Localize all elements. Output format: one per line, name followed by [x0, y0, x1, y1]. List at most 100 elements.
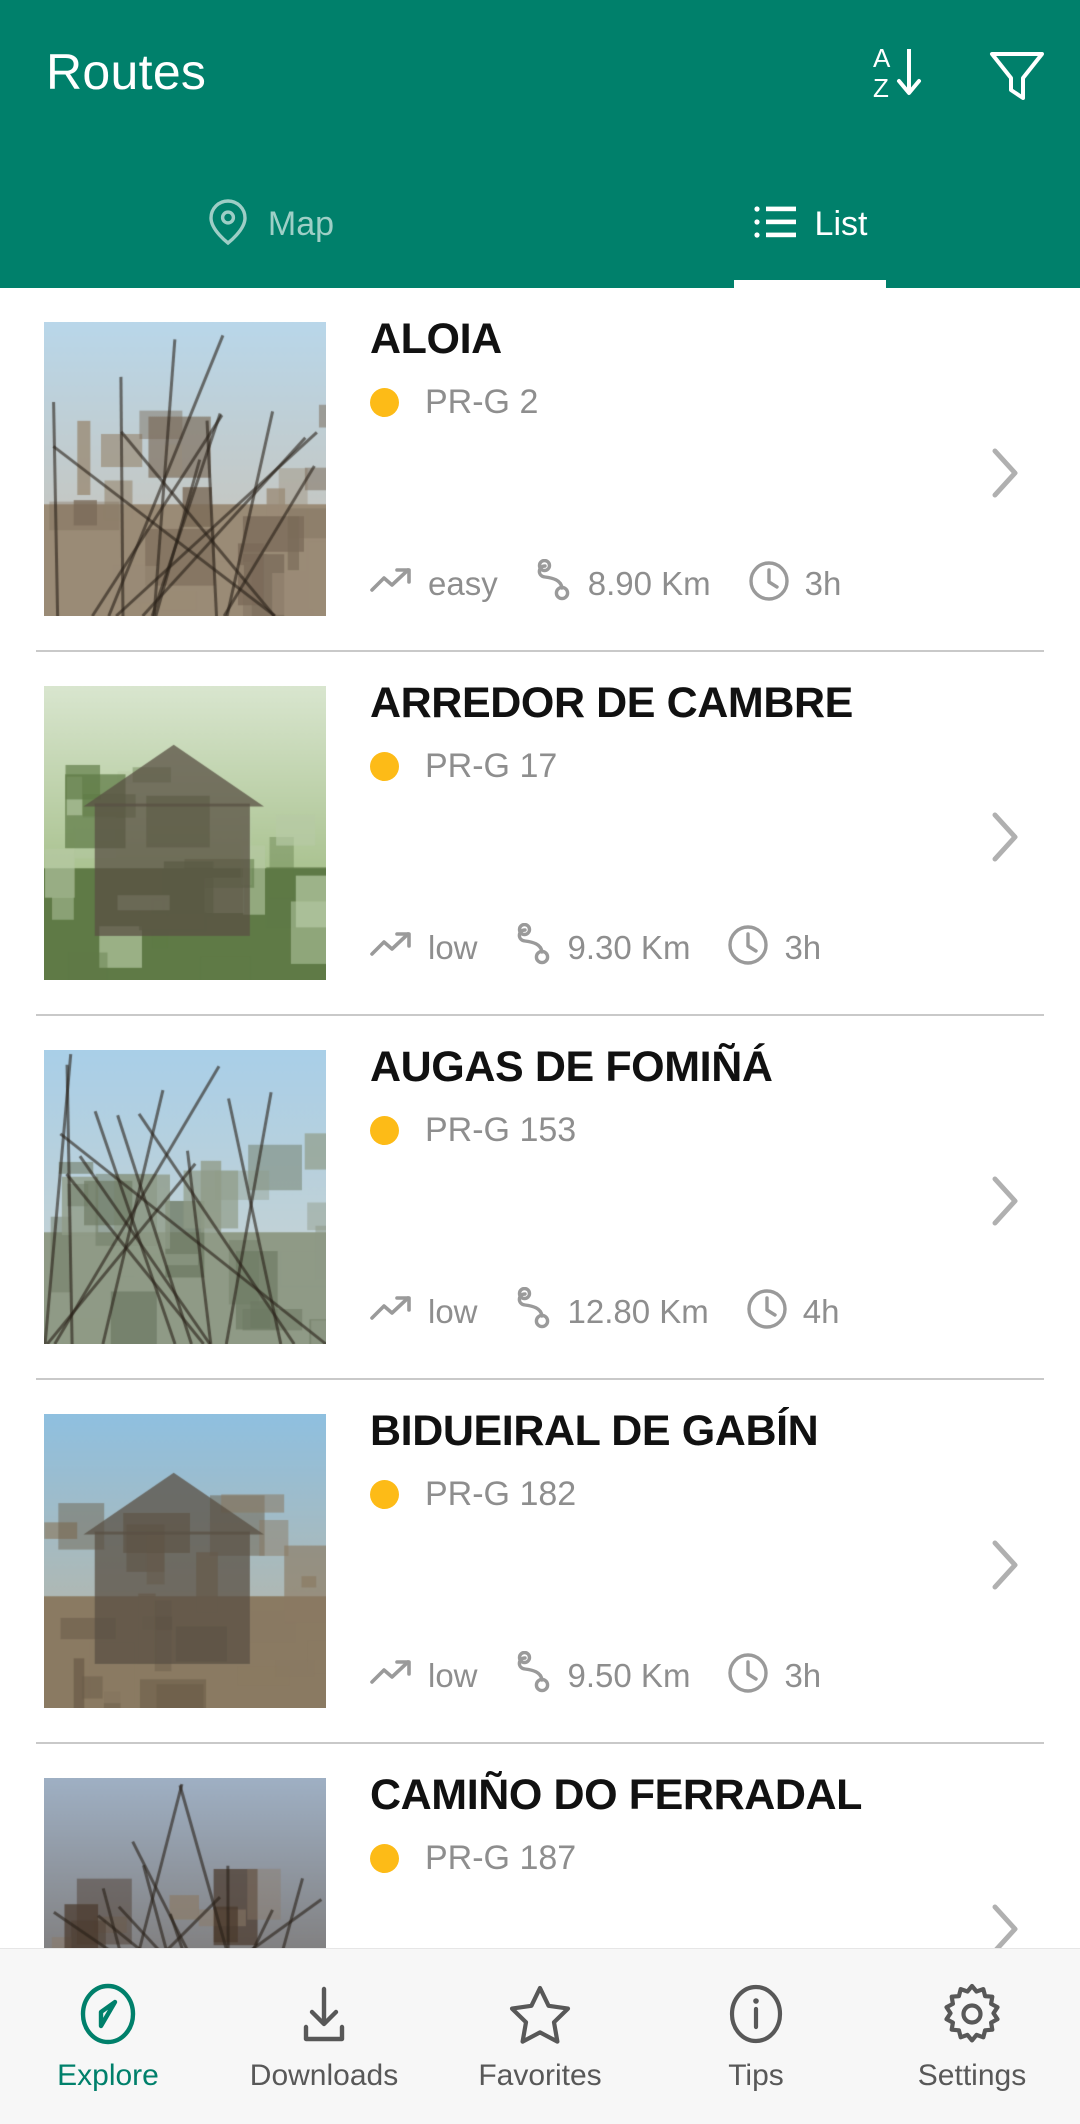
- route-list-item[interactable]: ALOIA PR-G 2 easy 8.90 Km 3h: [0, 288, 1080, 650]
- chevron-right-icon[interactable]: [990, 1175, 1034, 1219]
- app-header: Routes A Z Map List: [0, 0, 1080, 288]
- chevron-right-icon[interactable]: [990, 811, 1034, 855]
- tab-map-label: Map: [267, 205, 335, 243]
- route-title: CAMIÑO DO FERRADAL: [370, 1771, 863, 1819]
- star-icon: [509, 1983, 571, 2045]
- winding-route-icon: [514, 923, 554, 972]
- duration-value: 3h: [784, 1657, 822, 1694]
- stat-distance: 8.90 Km: [534, 559, 711, 608]
- route-list-item[interactable]: AUGAS DE FOMIÑÁ PR-G 153 low 12.80 Km 4h: [0, 1016, 1080, 1378]
- difficulty-dot-icon: [370, 1115, 399, 1145]
- distance-value: 8.90 Km: [587, 565, 711, 602]
- difficulty-dot-icon: [370, 751, 399, 781]
- svg-text:A: A: [873, 43, 891, 73]
- nav-label: Downloads: [249, 2058, 399, 2092]
- winding-route-icon: [514, 1651, 554, 1700]
- route-stats: low 12.80 Km 4h: [370, 1287, 840, 1336]
- download-icon: [293, 1983, 355, 2045]
- chevron-right-icon[interactable]: [990, 1903, 1034, 1947]
- trend-up-arrow-icon: [370, 564, 414, 603]
- route-code-label: PR-G 182: [425, 1475, 577, 1514]
- route-code: PR-G 17: [370, 749, 1080, 783]
- stat-difficulty: low: [370, 928, 478, 967]
- duration-value: 4h: [802, 1293, 840, 1330]
- gear-icon: [941, 1983, 1003, 2045]
- trend-up-arrow-icon: [370, 1292, 414, 1331]
- clock-icon: [747, 559, 791, 608]
- stat-duration: 4h: [745, 1287, 840, 1336]
- tab-list[interactable]: List: [540, 160, 1080, 288]
- winding-route-icon: [534, 559, 574, 608]
- list-icon: [753, 202, 797, 247]
- duration-value: 3h: [804, 565, 842, 602]
- trend-up-arrow-icon: [370, 1656, 414, 1695]
- chevron-right-icon[interactable]: [990, 447, 1034, 491]
- route-thumbnail: [44, 1414, 326, 1708]
- route-stats: low 9.30 Km 3h: [370, 923, 821, 972]
- info-circle-icon: [725, 1983, 787, 2045]
- nav-item-downloads[interactable]: Downloads: [216, 1949, 432, 2124]
- stat-difficulty: low: [370, 1292, 478, 1331]
- route-title: AUGAS DE FOMIÑÁ: [370, 1043, 773, 1091]
- stat-duration: 3h: [726, 1651, 821, 1700]
- routes-screen: Routes A Z Map List ALOIA PR-G 2 easy 8.…: [0, 0, 1080, 2124]
- stat-difficulty: easy: [370, 564, 498, 603]
- stat-duration: 3h: [747, 559, 842, 608]
- stat-duration: 3h: [726, 923, 821, 972]
- route-code: PR-G 153: [370, 1113, 1080, 1147]
- sort-alpha-down-icon[interactable]: A Z: [858, 34, 936, 112]
- route-code: PR-G 187: [370, 1841, 1080, 1875]
- winding-route-icon: [514, 1287, 554, 1336]
- nav-label: Tips: [728, 2058, 784, 2092]
- route-code-label: PR-G 2: [425, 383, 539, 422]
- route-title: ARREDOR DE CAMBRE: [370, 679, 853, 727]
- nav-label: Explore: [57, 2058, 159, 2092]
- svg-text:Z: Z: [873, 73, 889, 103]
- trend-up-arrow-icon: [370, 928, 414, 967]
- route-title: BIDUEIRAL DE GABÍN: [370, 1407, 819, 1455]
- view-tabs: Map List: [0, 160, 1080, 288]
- route-code-label: PR-G 17: [425, 747, 558, 786]
- difficulty-dot-icon: [370, 1479, 399, 1509]
- chevron-right-icon[interactable]: [990, 1539, 1034, 1583]
- filter-funnel-icon[interactable]: [978, 34, 1056, 112]
- route-stats: low 9.50 Km 3h: [370, 1651, 821, 1700]
- header-actions: A Z: [858, 34, 1056, 112]
- routes-list[interactable]: ALOIA PR-G 2 easy 8.90 Km 3h ARREDOR DE …: [0, 288, 1080, 1948]
- nav-item-tips[interactable]: Tips: [648, 1949, 864, 2124]
- stat-distance: 9.50 Km: [514, 1651, 691, 1700]
- duration-value: 3h: [784, 929, 822, 966]
- stat-difficulty: low: [370, 1656, 478, 1695]
- nav-item-favorites[interactable]: Favorites: [432, 1949, 648, 2124]
- page-title: Routes: [46, 44, 207, 100]
- nav-item-explore[interactable]: Explore: [0, 1949, 216, 2124]
- distance-value: 12.80 Km: [567, 1293, 709, 1330]
- map-pin-icon: [206, 198, 250, 251]
- difficulty-value: low: [428, 1657, 478, 1694]
- tab-map[interactable]: Map: [0, 160, 540, 288]
- header-bar: Routes A Z: [0, 0, 1080, 160]
- stat-distance: 9.30 Km: [514, 923, 691, 972]
- route-code: PR-G 182: [370, 1477, 1080, 1511]
- route-list-item[interactable]: ARREDOR DE CAMBRE PR-G 17 low 9.30 Km 3h: [0, 652, 1080, 1014]
- route-list-item[interactable]: BIDUEIRAL DE GABÍN PR-G 182 low 9.50 Km …: [0, 1380, 1080, 1742]
- nav-label: Settings: [917, 2058, 1027, 2092]
- nav-item-settings[interactable]: Settings: [864, 1949, 1080, 2124]
- route-code: PR-G 2: [370, 385, 1080, 419]
- distance-value: 9.50 Km: [567, 1657, 691, 1694]
- stat-distance: 12.80 Km: [514, 1287, 709, 1336]
- distance-value: 9.30 Km: [567, 929, 691, 966]
- tab-active-indicator: [734, 280, 886, 288]
- difficulty-value: easy: [428, 565, 498, 602]
- clock-icon: [726, 1651, 770, 1700]
- compass-icon: [77, 1983, 139, 2045]
- route-title: ALOIA: [370, 315, 502, 363]
- route-thumbnail: [44, 1778, 326, 1948]
- route-list-item[interactable]: CAMIÑO DO FERRADAL PR-G 187: [0, 1744, 1080, 1948]
- tab-list-label: List: [814, 205, 868, 243]
- route-code-label: PR-G 187: [425, 1839, 577, 1878]
- route-stats: easy 8.90 Km 3h: [370, 559, 841, 608]
- route-thumbnail: [44, 1050, 326, 1344]
- clock-icon: [726, 923, 770, 972]
- clock-icon: [745, 1287, 789, 1336]
